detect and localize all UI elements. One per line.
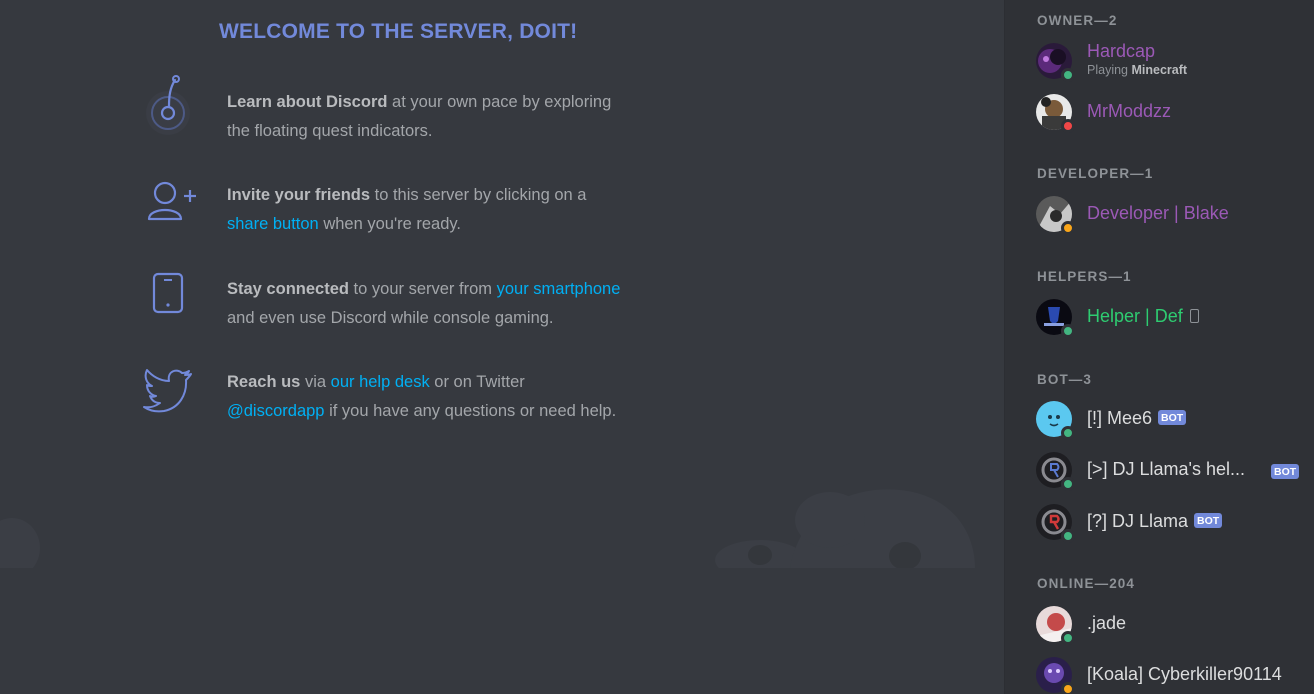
status-dnd-indicator: [1061, 119, 1075, 133]
member-jade[interactable]: .jade: [1036, 601, 1314, 647]
member-name-text: [!] Mee6: [1087, 408, 1153, 428]
member-mee6[interactable]: [!] Mee6 BOT: [1036, 396, 1314, 442]
connected-text-2: and even use Discord while console gamin…: [227, 309, 554, 327]
avatar: [1036, 504, 1075, 543]
connected-bold: Stay connected: [227, 280, 349, 298]
welcome-title: WELCOME TO THE SERVER, DOIT!: [219, 20, 578, 43]
welcome-item-invite: Invite your friends to this server by cl…: [140, 181, 660, 251]
welcome-item-invite-text: Invite your friends to this server by cl…: [227, 181, 667, 239]
status-online-indicator: [1061, 477, 1075, 491]
avatar: [1036, 452, 1075, 491]
bot-badge: BOT: [1271, 464, 1300, 479]
connected-text-1: to your server from: [348, 280, 497, 298]
add-friend-icon: [147, 181, 196, 221]
bot-badge: BOT: [1194, 513, 1223, 528]
avatar: [1036, 299, 1075, 338]
status-online-indicator: [1061, 631, 1075, 645]
welcome-item-reach: Reach us via our help desk or on Twitter…: [140, 368, 660, 438]
twitter-handle-link[interactable]: @discordapp: [227, 402, 324, 420]
activity-game: Minecraft: [1131, 63, 1188, 77]
member-name: Developer | Blake: [1087, 203, 1229, 223]
learn-bold: Learn about Discord: [227, 93, 388, 111]
welcome-item-connected-text: Stay connected to your server from your …: [227, 275, 667, 333]
reach-text-3: if you have any questions or need help.: [324, 402, 617, 420]
member-name: [Koala] Cyberkiller90114: [1087, 664, 1282, 684]
member-developer-blake[interactable]: Developer | Blake: [1036, 191, 1314, 237]
welcome-item-reach-text: Reach us via our help desk or on Twitter…: [227, 368, 667, 426]
status-online-indicator: [1061, 426, 1075, 440]
member-activity: Playing Minecraft: [1087, 63, 1187, 77]
learn-text-2: the floating quest indicators.: [227, 122, 433, 140]
member-name: [?] DJ Llama BOT: [1087, 511, 1223, 532]
status-online-indicator: [1061, 324, 1075, 338]
bot-badge: BOT: [1158, 410, 1187, 425]
group-header-owner: OWNER—2: [1037, 13, 1118, 28]
group-header-developer: DEVELOPER—1: [1037, 166, 1154, 181]
avatar: [1036, 94, 1075, 133]
smartphone-link[interactable]: your smartphone: [497, 280, 621, 298]
quest-indicator-icon: [146, 75, 190, 135]
avatar: [1036, 196, 1075, 235]
welcome-pane: WELCOME TO THE SERVER, DOIT! Learn about…: [0, 0, 1004, 694]
activity-prefix: Playing: [1087, 63, 1132, 77]
help-desk-link[interactable]: our help desk: [331, 373, 430, 391]
status-online-indicator: [1061, 529, 1075, 543]
member-name: MrModdzz: [1087, 101, 1172, 121]
group-header-bot: BOT—3: [1037, 372, 1093, 387]
invite-text-2: when you're ready.: [318, 215, 461, 233]
invite-bold: Invite your friends: [227, 186, 371, 204]
member-helper-def[interactable]: Helper | Def: [1036, 294, 1314, 340]
reach-bold: Reach us: [227, 373, 301, 391]
member-name: [!] Mee6 BOT: [1087, 408, 1187, 429]
twitter-bird-icon: [143, 369, 192, 413]
member-name-text: [?] DJ Llama: [1087, 511, 1189, 531]
avatar: [1036, 606, 1075, 645]
discord-window: WELCOME TO THE SERVER, DOIT! Learn about…: [0, 0, 1314, 694]
status-idle-indicator: [1061, 221, 1075, 235]
member-name: Helper | Def: [1087, 306, 1199, 327]
learn-text-1: at your own pace by exploring: [387, 93, 612, 111]
member-hardcap[interactable]: Hardcap Playing Minecraft: [1036, 38, 1314, 84]
reach-text-1: via: [300, 373, 331, 391]
avatar: [1036, 657, 1075, 694]
share-button-link[interactable]: share button: [227, 215, 319, 233]
avatar: [1036, 43, 1075, 82]
welcome-item-learn: Learn about Discord at your own pace by …: [140, 75, 660, 158]
member-name: Hardcap: [1087, 41, 1156, 61]
member-dj-llama[interactable]: [?] DJ Llama BOT: [1036, 499, 1314, 545]
group-header-online: ONLINE—204: [1037, 576, 1136, 591]
status-online-indicator: [1061, 68, 1075, 82]
mobile-device-icon: [1189, 309, 1199, 323]
smartphone-icon: [152, 272, 184, 314]
avatar: [1036, 401, 1075, 440]
member-cyberkiller[interactable]: [Koala] Cyberkiller90114: [1036, 652, 1314, 694]
invite-text-1: to this server by clicking on a: [370, 186, 587, 204]
group-header-helpers: HELPERS—1: [1037, 269, 1132, 284]
member-mrmoddzz[interactable]: MrModdzz: [1036, 89, 1314, 135]
member-dj-llama-helper[interactable]: [>] DJ Llama's hel... BOT: [1036, 447, 1314, 493]
reach-text-2: or on Twitter: [429, 373, 525, 391]
status-idle-indicator: [1061, 682, 1075, 694]
pane-divider: [1004, 0, 1016, 694]
member-list: OWNER—2 Hardcap Playing Minecraft MrModd…: [1016, 0, 1314, 694]
welcome-item-connected: Stay connected to your server from your …: [140, 272, 660, 345]
member-name: [>] DJ Llama's hel...: [1087, 459, 1246, 479]
member-name: .jade: [1087, 613, 1127, 633]
member-name-text: Helper | Def: [1087, 306, 1183, 326]
welcome-item-learn-text: Learn about Discord at your own pace by …: [227, 88, 667, 146]
